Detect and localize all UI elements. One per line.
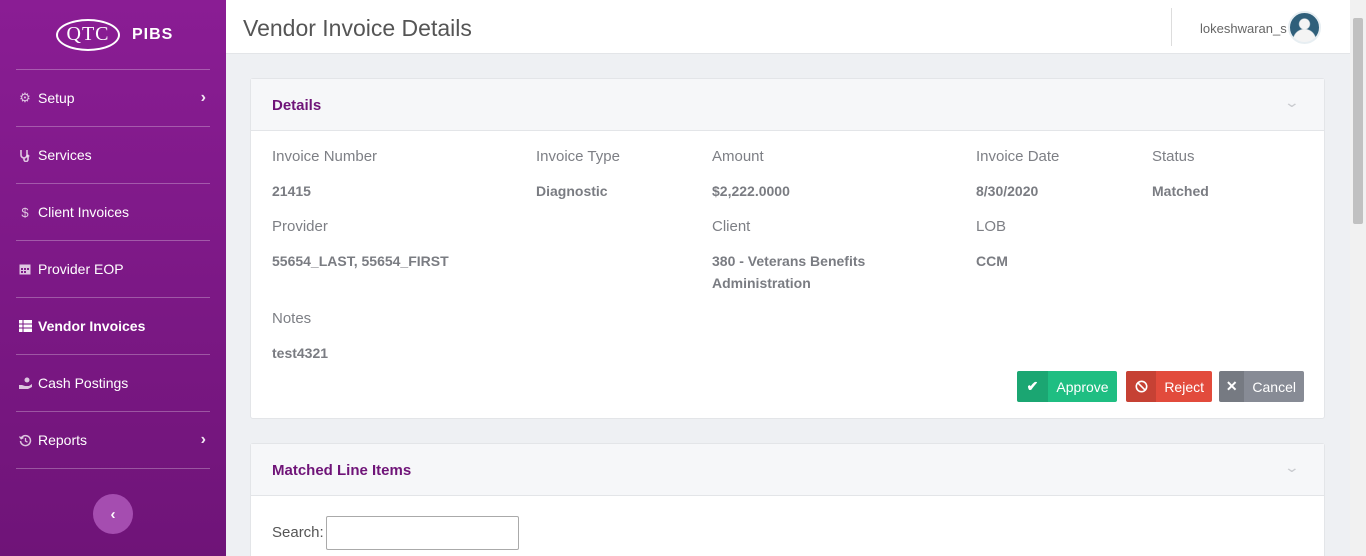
matched-title: Matched Line Items <box>272 462 412 479</box>
reject-button[interactable]: Reject <box>1126 371 1212 402</box>
dollar-icon: $ <box>21 204 29 220</box>
app-name: PIBS <box>132 25 174 43</box>
invoice-date-label: Invoice Date <box>976 148 1060 165</box>
scrollbar-thumb[interactable] <box>1353 18 1363 224</box>
notes-value: test4321 <box>272 345 329 361</box>
chevron-left-icon: ‹ <box>110 505 116 523</box>
brand: QTC PIBS <box>16 0 210 70</box>
field-lob: LOB CCM <box>976 218 1008 272</box>
cancel-button[interactable]: ✕ Cancel <box>1219 371 1304 402</box>
field-invoice-number: Invoice Number 21415 <box>272 148 377 202</box>
search-label: Search: <box>272 524 324 541</box>
sidebar-item-label: Cash Postings <box>38 375 129 391</box>
page-scrollbar[interactable] <box>1350 0 1366 556</box>
cancel-label: Cancel <box>1252 378 1296 395</box>
matched-panel-header[interactable]: Matched Line Items ⌄ <box>251 444 1324 496</box>
amount-label: Amount <box>712 148 764 165</box>
client-value-line2: Administration <box>712 275 811 291</box>
calendar-icon <box>16 263 34 275</box>
field-status: Status Matched <box>1152 148 1209 202</box>
username[interactable]: lokeshwaran_s <box>1200 21 1287 36</box>
sidebar-item-label: Provider EOP <box>38 261 124 277</box>
details-panel: Details ⌄ Invoice Number 21415 Invoice T… <box>250 78 1325 419</box>
details-panel-header[interactable]: Details ⌄ <box>251 79 1324 131</box>
field-notes: Notes test4321 <box>272 310 328 364</box>
sidebar: QTC PIBS ⚙ Setup › Services $ Client Inv… <box>0 0 226 556</box>
status-label: Status <box>1152 148 1195 165</box>
field-invoice-type: Invoice Type Diagnostic <box>536 148 620 202</box>
amount-value: $2,222.0000 <box>712 183 790 199</box>
table-icon <box>16 320 34 332</box>
hand-coin-icon <box>16 377 34 389</box>
field-provider: Provider 55654_LAST, 55654_FIRST <box>272 218 449 272</box>
stethoscope-icon <box>16 149 34 162</box>
field-client: Client 380 - Veterans Benefits Administr… <box>712 218 865 294</box>
sidebar-item-label: Setup <box>38 90 75 106</box>
client-label: Client <box>712 218 751 235</box>
chevron-down-icon[interactable]: ⌄ <box>1284 94 1300 111</box>
sidebar-item-label: Vendor Invoices <box>38 318 146 334</box>
field-invoice-date: Invoice Date 8/30/2020 <box>976 148 1059 202</box>
gear-icon: ⚙ <box>19 90 31 105</box>
sidebar-item-client-invoices[interactable]: $ Client Invoices <box>16 184 210 241</box>
provider-label: Provider <box>272 218 328 235</box>
client-value-line1: 380 - Veterans Benefits <box>712 253 866 269</box>
sidebar-item-label: Client Invoices <box>38 204 130 220</box>
close-icon: ✕ <box>1219 371 1245 402</box>
notes-label: Notes <box>272 310 312 327</box>
invoice-date-value: 8/30/2020 <box>976 183 1039 199</box>
search-input[interactable] <box>326 516 519 550</box>
sidebar-collapse-button[interactable]: ‹ <box>93 494 133 534</box>
sidebar-item-services[interactable]: Services <box>16 127 210 184</box>
avatar[interactable] <box>1288 11 1321 44</box>
matched-line-items-panel: Matched Line Items ⌄ Search: <box>250 443 1325 556</box>
sidebar-item-reports[interactable]: Reports › <box>16 412 210 469</box>
sidebar-item-setup[interactable]: ⚙ Setup › <box>16 70 210 127</box>
qtc-logo[interactable]: QTC <box>56 18 120 51</box>
invoice-type-value: Diagnostic <box>536 183 608 199</box>
history-icon <box>16 434 34 447</box>
provider-value: 55654_LAST, 55654_FIRST <box>272 253 449 269</box>
sidebar-item-label: Services <box>38 147 92 163</box>
approve-button[interactable]: ✔ Approve <box>1017 371 1117 402</box>
invoice-number-label: Invoice Number <box>272 148 378 165</box>
top-header: Vendor Invoice Details lokeshwaran_s <box>226 0 1350 54</box>
ban-icon <box>1126 371 1157 402</box>
sidebar-item-label: Reports <box>38 432 88 448</box>
reject-label: Reject <box>1164 378 1204 395</box>
chevron-down-icon[interactable]: ⌄ <box>1284 459 1300 476</box>
lob-value: CCM <box>976 253 1008 269</box>
invoice-type-label: Invoice Type <box>536 148 620 165</box>
status-value: Matched <box>1152 183 1209 199</box>
sidebar-item-cash-postings[interactable]: Cash Postings <box>16 355 210 412</box>
details-title: Details <box>272 97 322 114</box>
approve-label: Approve <box>1056 378 1109 395</box>
page-title: Vendor Invoice Details <box>243 15 472 41</box>
invoice-number-value: 21415 <box>272 183 311 199</box>
client-value: 380 - Veterans Benefits Administration <box>712 250 865 294</box>
field-amount: Amount $2,222.0000 <box>712 148 790 202</box>
chevron-right-icon: › <box>200 431 206 448</box>
lob-label: LOB <box>976 218 1007 235</box>
chevron-right-icon: › <box>200 89 206 106</box>
sidebar-item-provider-eop[interactable]: Provider EOP <box>16 241 210 298</box>
check-icon: ✔ <box>1017 371 1048 402</box>
sidebar-item-vendor-invoices[interactable]: Vendor Invoices <box>16 298 210 355</box>
header-divider <box>1171 8 1172 46</box>
